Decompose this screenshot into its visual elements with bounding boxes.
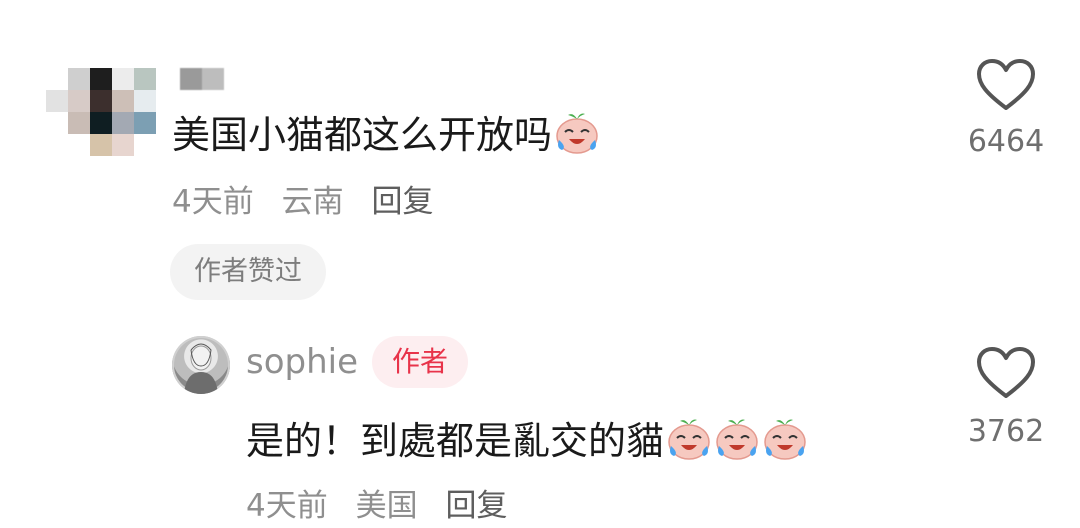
avatar-figure-icon <box>184 343 218 394</box>
crying-laughing-peach-emoji <box>716 419 758 460</box>
reply-text-content: 是的！到處都是亂交的貓 <box>246 419 665 463</box>
liked-by-author-badge: 作者赞过 <box>170 244 326 300</box>
comment-meta: 4天前 云南 回复 <box>172 184 451 220</box>
comment-text[interactable]: 美国小猫都这么开放吗 <box>172 110 600 157</box>
reply-button[interactable]: 回复 <box>445 488 507 524</box>
reply-author-name[interactable]: sophie <box>246 340 358 384</box>
like-count: 6464 <box>967 124 1045 159</box>
heart-outline-icon[interactable] <box>976 58 1036 112</box>
reply-time: 4天前 <box>246 488 328 524</box>
like-count: 3762 <box>967 414 1045 449</box>
crying-laughing-peach-emoji <box>764 419 806 460</box>
commenter-avatar[interactable] <box>46 46 158 158</box>
reply-location: 美国 <box>355 488 418 524</box>
reply-button[interactable]: 回复 <box>371 184 433 220</box>
crying-laughing-peach-emoji <box>668 419 710 460</box>
crying-laughing-peach-emoji <box>556 113 598 154</box>
reply-text[interactable]: 是的！到處都是亂交的貓 <box>246 416 808 463</box>
comment-location: 云南 <box>281 184 344 220</box>
heart-outline-icon[interactable] <box>976 346 1036 400</box>
commenter-name-blurred[interactable] <box>180 68 224 90</box>
author-tag-badge: 作者 <box>372 336 468 388</box>
comment-text-content: 美国小猫都这么开放吗 <box>172 113 553 157</box>
comment-time: 4天前 <box>172 184 254 220</box>
reply-meta: 4天前 美国 回复 <box>246 488 525 524</box>
reply-author-avatar[interactable] <box>172 336 230 394</box>
